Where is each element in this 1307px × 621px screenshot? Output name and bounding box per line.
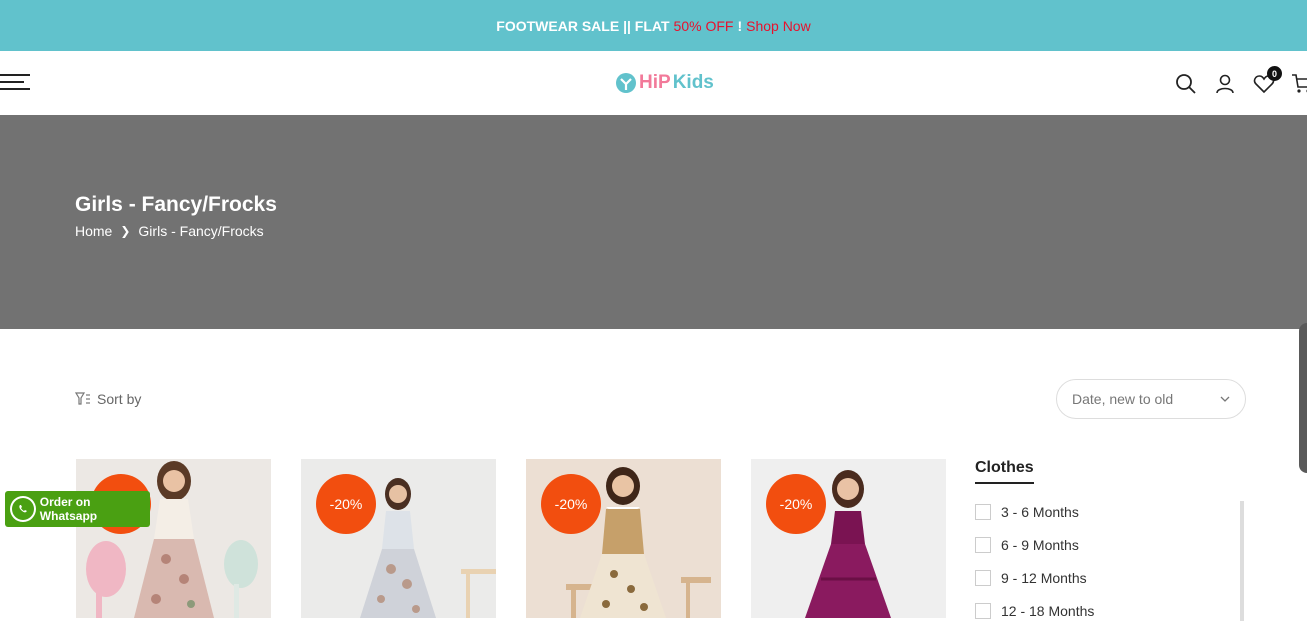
filter-clothes: Clothes 3 - 6 Months 6 - 9 Months 9 - 12… [975, 459, 1245, 621]
checkbox[interactable] [975, 570, 991, 586]
site-logo[interactable]: HiP Kids [615, 71, 714, 95]
filter-option[interactable]: 3 - 6 Months [975, 504, 1079, 520]
discount-badge: -20% [541, 474, 601, 534]
cart-icon[interactable] [1291, 72, 1307, 96]
sort-select-value: Date, new to old [1072, 391, 1174, 407]
discount-badge: -20% [766, 474, 826, 534]
discount-badge: -20% [316, 474, 376, 534]
search-icon[interactable] [1174, 72, 1198, 96]
chevron-down-icon [1220, 396, 1230, 402]
logo-mark-icon [616, 73, 636, 93]
shop-now-link[interactable]: Shop Now [746, 18, 811, 34]
checkbox[interactable] [975, 504, 991, 520]
sort-select[interactable]: Date, new to old [1056, 379, 1246, 419]
announcement-bar: FOOTWEAR SALE || FLAT 50% OFF ! Shop Now [0, 0, 1307, 51]
whatsapp-label: Order on Whatsapp [39, 495, 98, 523]
filter-option-label: 3 - 6 Months [1001, 504, 1079, 520]
wishlist-icon[interactable]: 0 [1252, 66, 1282, 96]
filter-option[interactable]: 6 - 9 Months [975, 537, 1079, 553]
breadcrumb-current: Girls - Fancy/Frocks [138, 223, 264, 239]
filter-option-label: 6 - 9 Months [1001, 537, 1079, 553]
side-drawer-tab[interactable] [1299, 323, 1307, 473]
filter-scrollbar[interactable] [1240, 501, 1244, 621]
breadcrumb: Home ❯ Girls - Fancy/Frocks [75, 223, 264, 239]
whatsapp-icon [10, 496, 36, 522]
site-header: HiP Kids 0 [0, 51, 1307, 115]
announcement-discount: 50% OFF [673, 17, 734, 34]
filter-option[interactable]: 12 - 18 Months [975, 603, 1094, 619]
breadcrumb-home[interactable]: Home [75, 223, 112, 239]
checkbox[interactable] [975, 537, 991, 553]
sort-by-label: Sort by [97, 391, 142, 407]
filter-option-label: 9 - 12 Months [1001, 570, 1087, 586]
product-card[interactable]: -20% [751, 459, 946, 618]
logo-text-hip: HiP [639, 72, 671, 93]
collection-banner: Girls - Fancy/Frocks Home ❯ Girls - Fanc… [0, 115, 1307, 473]
chevron-right-icon: ❯ [120, 224, 131, 238]
page-title: Girls - Fancy/Frocks [75, 193, 277, 216]
menu-icon[interactable] [0, 74, 30, 92]
filter-option[interactable]: 9 - 12 Months [975, 570, 1087, 586]
filter-title: Clothes [975, 459, 1034, 484]
logo-text-kids: Kids [672, 72, 714, 93]
filter-icon [75, 392, 90, 405]
announcement-text: FOOTWEAR SALE || FLAT [496, 17, 670, 34]
sort-by-button[interactable]: Sort by [75, 391, 141, 407]
wishlist-count-badge: 0 [1267, 66, 1282, 81]
whatsapp-order-button[interactable]: Order on Whatsapp [5, 491, 150, 527]
product-card[interactable]: -20% [526, 459, 721, 618]
product-card[interactable]: -20% [76, 459, 271, 618]
account-icon[interactable] [1213, 72, 1237, 96]
checkbox[interactable] [975, 603, 991, 619]
announcement-bang: ! [737, 17, 743, 34]
filter-option-label: 12 - 18 Months [1001, 603, 1095, 619]
product-card[interactable]: -20% [301, 459, 496, 618]
